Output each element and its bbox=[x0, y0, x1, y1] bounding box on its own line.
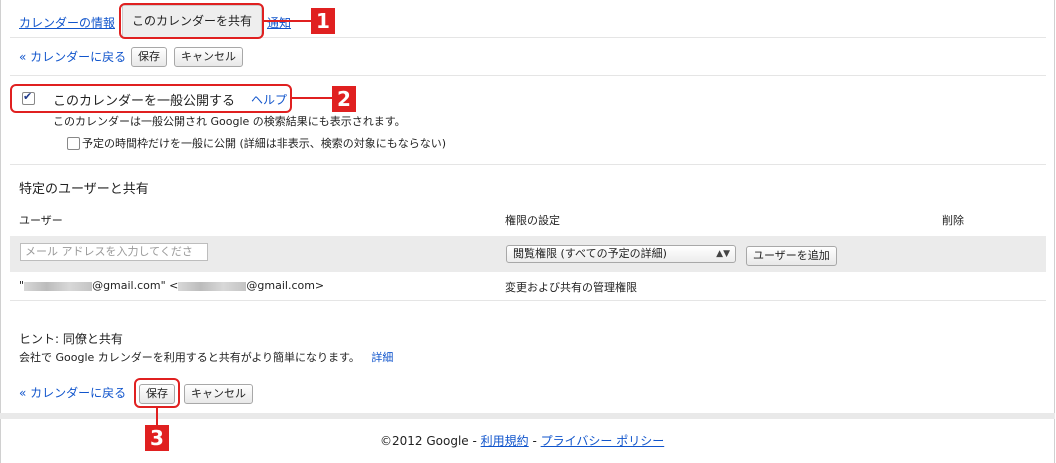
add-user-button[interactable]: ユーザーを追加 bbox=[746, 246, 837, 266]
toolbar-divider bbox=[10, 75, 1046, 76]
table-row: " @gmail.com" < @gmail.com> bbox=[19, 279, 324, 292]
footer-sep: - bbox=[528, 434, 541, 448]
freebusy-checkbox[interactable] bbox=[67, 137, 80, 150]
callout-line-1 bbox=[264, 20, 312, 22]
user-mid: @gmail.com" < bbox=[92, 279, 179, 292]
hint-details-link[interactable]: 詳細 bbox=[371, 351, 393, 364]
select-arrows-icon: ▲▼ bbox=[716, 249, 730, 259]
permission-select-value: 閲覧権限 (すべての予定の詳細) bbox=[513, 247, 667, 260]
col-header-permission: 権限の設定 bbox=[505, 214, 560, 227]
hint-title: ヒント: 同僚と共有 bbox=[19, 332, 123, 346]
back-to-calendar-link[interactable]: « カレンダーに戻る bbox=[19, 48, 126, 65]
callout-marker-1: 1 bbox=[311, 8, 335, 34]
tab-notifications[interactable]: 通知 bbox=[267, 14, 291, 31]
redacted-name bbox=[24, 281, 93, 291]
callout-marker-2: 2 bbox=[332, 86, 356, 112]
callout-box-3 bbox=[134, 378, 180, 408]
privacy-link[interactable]: プライバシー ポリシー bbox=[541, 434, 665, 448]
tab-calendar-info[interactable]: カレンダーの情報 bbox=[19, 14, 115, 31]
callout-line-3 bbox=[156, 408, 158, 426]
footer-strip bbox=[0, 413, 1055, 419]
cancel-button-top[interactable]: キャンセル bbox=[174, 47, 243, 67]
save-button-top[interactable]: 保存 bbox=[131, 47, 167, 67]
email-input[interactable]: メール アドレスを入力してくださ bbox=[20, 243, 208, 261]
col-header-delete: 削除 bbox=[942, 214, 964, 227]
public-divider bbox=[10, 164, 1046, 165]
callout-box-2 bbox=[10, 84, 292, 113]
permission-select[interactable]: 閲覧権限 (すべての予定の詳細) ▲▼ bbox=[506, 245, 736, 263]
user-suffix: @gmail.com> bbox=[246, 279, 325, 292]
callout-marker-3: 3 bbox=[145, 425, 169, 451]
callout-box-1 bbox=[119, 3, 264, 39]
callout-line-2 bbox=[292, 97, 332, 99]
table-divider bbox=[10, 300, 1046, 301]
freebusy-label: 予定の時間枠だけを一般に公開 (詳細は非表示、検索の対象にもならない) bbox=[82, 137, 447, 150]
footer-copyright: ©2012 Google - bbox=[380, 434, 481, 448]
hint-text-line: 会社で Google カレンダーを利用すると共有がより簡単になります。 詳細 bbox=[19, 349, 393, 365]
terms-link[interactable]: 利用規約 bbox=[481, 434, 529, 448]
col-header-user: ユーザー bbox=[19, 214, 63, 227]
share-section-title: 特定のユーザーと共有 bbox=[19, 182, 149, 197]
user-permission: 変更および共有の管理権限 bbox=[505, 281, 637, 294]
public-note: このカレンダーは一般公開され Google の検索結果にも表示されます。 bbox=[53, 115, 406, 128]
redacted-email bbox=[178, 281, 247, 291]
cancel-button-bottom[interactable]: キャンセル bbox=[184, 384, 253, 404]
hint-text: 会社で Google カレンダーを利用すると共有がより簡単になります。 bbox=[19, 351, 360, 364]
back-to-calendar-link-bottom[interactable]: « カレンダーに戻る bbox=[19, 384, 126, 401]
footer: ©2012 Google - 利用規約 - プライバシー ポリシー bbox=[380, 432, 664, 449]
